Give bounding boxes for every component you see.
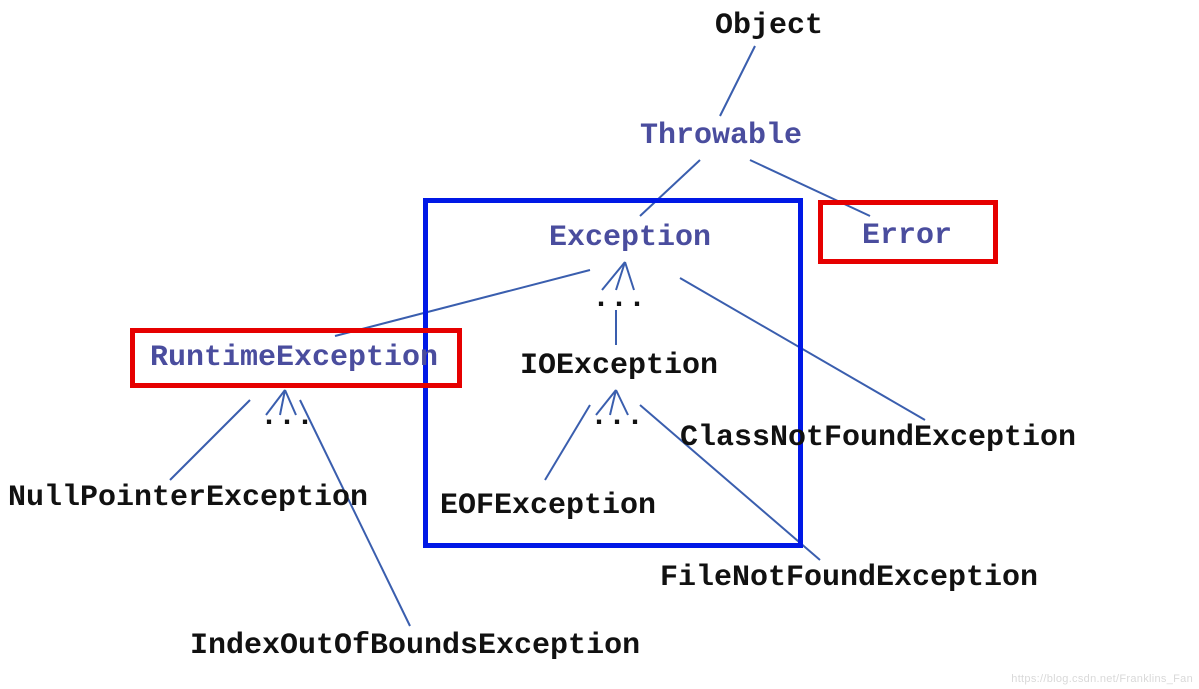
node-indexoutofbounds: IndexOutOfBoundsException (190, 630, 640, 663)
node-exception: Exception (549, 222, 711, 255)
dots-under-ioexception: ... (590, 400, 644, 434)
node-ioexception: IOException (520, 350, 718, 383)
node-filenotfound: FileNotFoundException (660, 562, 1038, 595)
watermark-text: https://blog.csdn.net/Franklins_Fan (1011, 673, 1193, 685)
dots-under-exception: ... (592, 282, 646, 316)
dots-under-runtime: ... (260, 400, 314, 434)
node-classnotfound: ClassNotFoundException (680, 422, 1076, 455)
node-throwable: Throwable (640, 120, 802, 153)
node-nullpointer: NullPointerException (8, 482, 368, 515)
node-error: Error (862, 220, 952, 253)
diagram-canvas: Object Throwable Exception Error ... Run… (0, 0, 1199, 689)
node-eofexception: EOFException (440, 490, 656, 523)
node-runtime-exception: RuntimeException (150, 342, 438, 375)
node-object: Object (715, 10, 823, 43)
